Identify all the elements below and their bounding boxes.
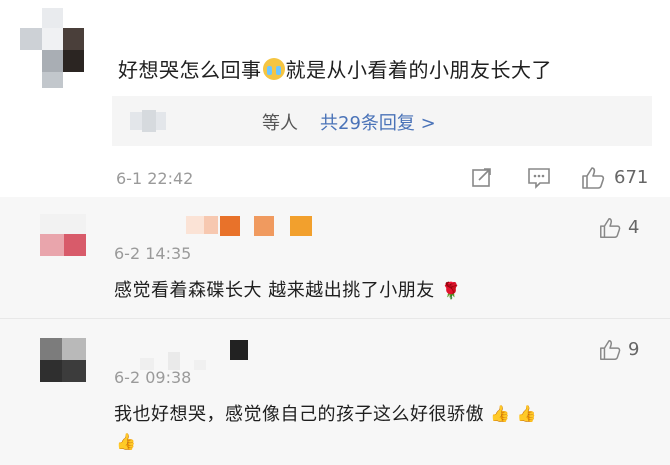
crying-face-icon	[262, 58, 285, 80]
reply-like-count: 4	[628, 217, 640, 238]
reply-avatar[interactable]	[40, 338, 86, 382]
reply-username-pixelated	[120, 338, 260, 370]
reply-username-pixelated	[186, 214, 316, 236]
comment-icon[interactable]	[526, 166, 552, 194]
reply-summary[interactable]: 等人 共29条回复 >	[112, 96, 652, 146]
reply-user-avatars-pixel	[142, 110, 156, 132]
comment-text: 好想哭怎么回事 就是从小看着的小朋友长大了	[118, 58, 552, 82]
like-count: 671	[614, 167, 649, 188]
thumbs-up-icon: 👍	[516, 404, 538, 423]
comment-timestamp: 6-1 22:42	[116, 169, 194, 188]
reply-text: 感觉看着森碟长大 越来越出挑了小朋友 🌹	[114, 280, 462, 301]
reply-timestamp: 6-2 14:35	[114, 244, 192, 263]
view-replies-link[interactable]: 共29条回复 >	[320, 109, 436, 135]
reply-users-label: 等人	[262, 113, 298, 134]
reply-like-count: 9	[628, 339, 640, 360]
reply-timestamp: 6-2 09:38	[114, 368, 192, 387]
thumbs-up-icon: 👍	[116, 432, 136, 451]
like-icon[interactable]	[580, 165, 606, 195]
like-icon[interactable]	[598, 216, 622, 244]
share-icon[interactable]	[470, 166, 494, 194]
reply-divider	[0, 318, 670, 319]
thumbs-up-icon: 👍	[490, 404, 511, 423]
reply-text: 我也好想哭，感觉像自己的孩子这么好很骄傲 👍 👍	[114, 404, 538, 425]
reply-avatar[interactable]	[40, 214, 86, 256]
like-icon[interactable]	[598, 338, 622, 366]
rose-icon: 🌹	[440, 281, 462, 300]
commenter-avatar[interactable]	[20, 8, 84, 88]
